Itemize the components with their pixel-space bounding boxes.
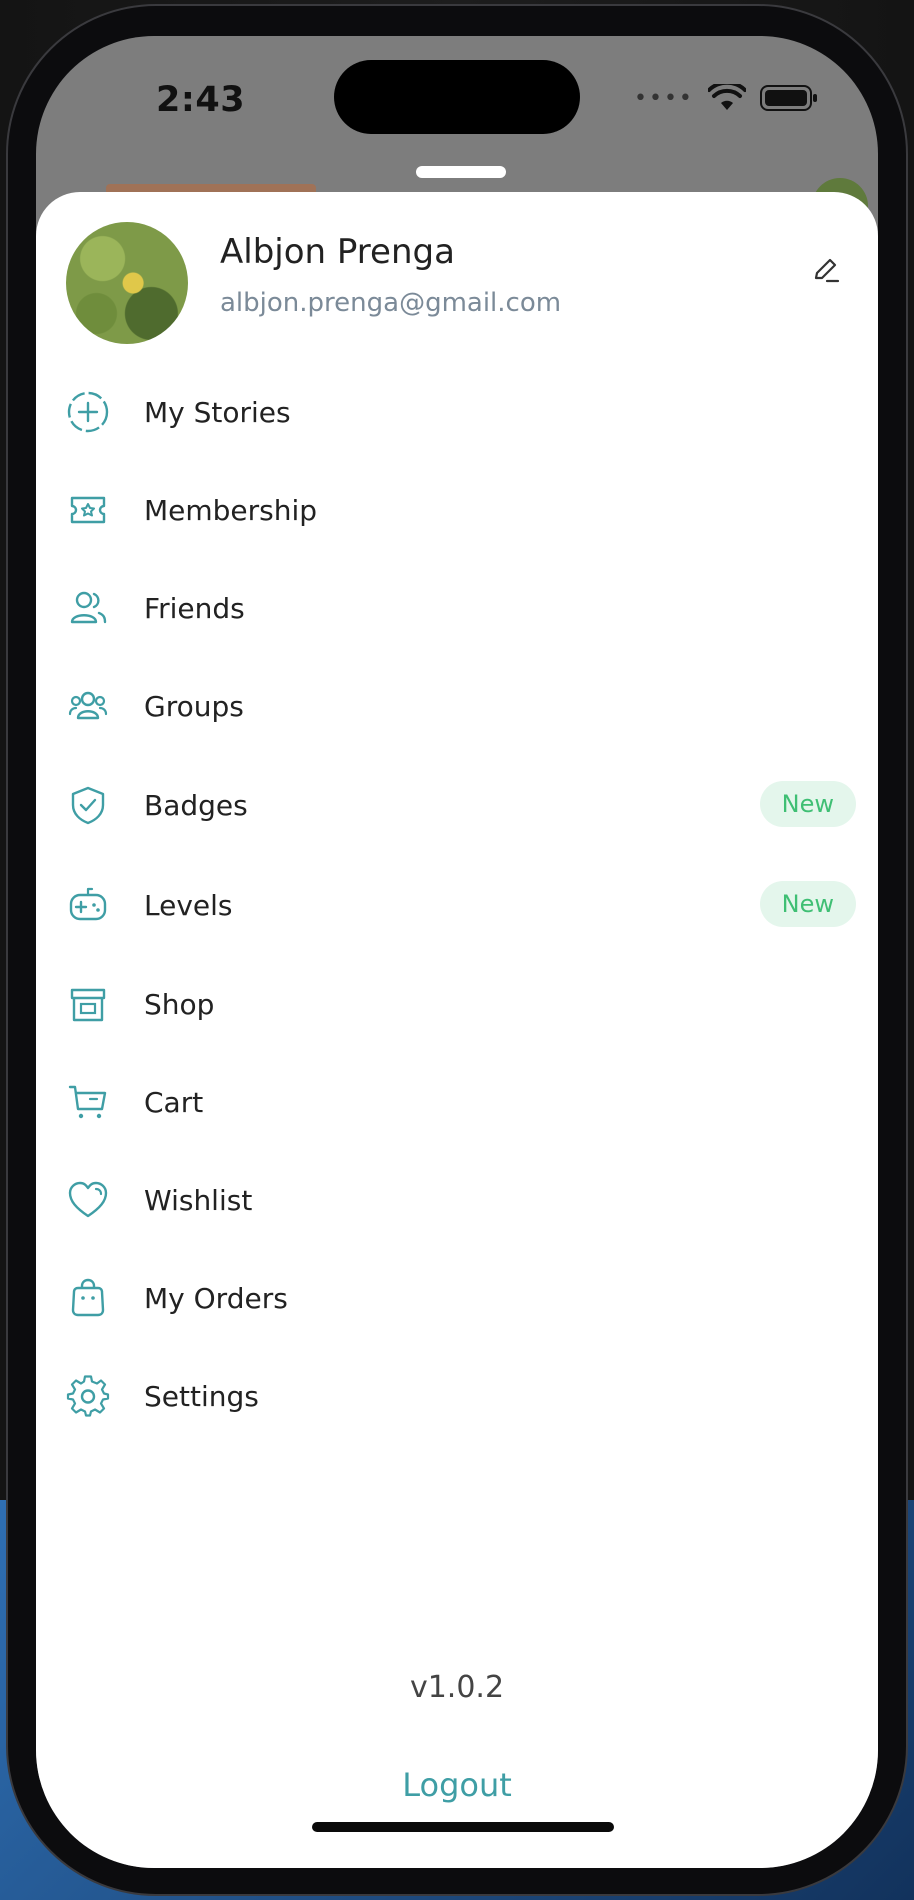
- pencil-icon: [814, 258, 840, 283]
- app-version: v1.0.2: [409, 1670, 505, 1705]
- heart-icon: [66, 1178, 110, 1222]
- menu-item-label: Membership: [144, 493, 318, 527]
- menu-item-wishlist[interactable]: Wishlist: [66, 1160, 856, 1240]
- menu-item-label: Wishlist: [144, 1183, 253, 1217]
- ticket-star-icon: [66, 488, 110, 532]
- status-icons: ••••: [634, 80, 818, 116]
- menu-item-my-stories[interactable]: My Stories: [66, 372, 856, 452]
- user-name: Albjon Prenga: [220, 232, 455, 272]
- screen: 2:43 •••• Albjon Prenga albjon.prenga@gm…: [36, 36, 878, 1868]
- logout-button[interactable]: Logout: [36, 1766, 878, 1804]
- menu-item-label: My Orders: [144, 1281, 288, 1315]
- new-badge: New: [759, 881, 856, 927]
- menu-item-my-orders[interactable]: My Orders: [66, 1258, 856, 1338]
- phone-frame: 2:43 •••• Albjon Prenga albjon.prenga@gm…: [6, 4, 908, 1896]
- menu-item-groups[interactable]: Groups: [66, 666, 856, 746]
- menu-item-levels[interactable]: Levels New: [66, 865, 856, 945]
- gear-icon: [66, 1374, 110, 1418]
- home-indicator: [312, 1822, 614, 1832]
- menu-item-label: Badges: [144, 788, 248, 822]
- menu-item-label: My Stories: [144, 395, 291, 429]
- menu-item-label: Groups: [144, 689, 244, 723]
- cart-icon: [66, 1080, 110, 1124]
- status-time: 2:43: [156, 80, 246, 120]
- avatar[interactable]: [66, 222, 188, 344]
- menu-item-cart[interactable]: Cart: [66, 1062, 856, 1142]
- users-icon: [66, 586, 110, 630]
- signal-icon: ••••: [634, 85, 694, 111]
- profile-menu-sheet: Albjon Prenga albjon.prenga@gmail.com My…: [36, 192, 878, 1868]
- menu-item-label: Levels: [144, 888, 233, 922]
- wifi-icon: [707, 84, 746, 112]
- menu-item-friends[interactable]: Friends: [66, 568, 856, 648]
- edit-profile-button[interactable]: [806, 250, 846, 290]
- menu-item-label: Shop: [144, 987, 215, 1021]
- add-circle-dashed-icon: [66, 390, 110, 434]
- menu-item-label: Settings: [144, 1379, 259, 1413]
- user-email: albjon.prenga@gmail.com: [220, 288, 562, 318]
- new-badge: New: [759, 781, 856, 827]
- menu-item-settings[interactable]: Settings: [66, 1356, 856, 1436]
- dynamic-island: [334, 60, 580, 134]
- gamepad-icon: [66, 883, 110, 927]
- sheet-grabber[interactable]: [416, 166, 506, 178]
- bag-icon: [66, 1276, 110, 1320]
- menu-item-label: Cart: [144, 1085, 204, 1119]
- menu-item-label: Friends: [144, 591, 245, 625]
- menu-item-membership[interactable]: Membership: [66, 470, 856, 550]
- group-icon: [66, 684, 110, 728]
- battery-icon: [759, 84, 818, 112]
- shield-check-icon: [66, 783, 110, 827]
- shop-icon: [66, 982, 110, 1026]
- menu-item-shop[interactable]: Shop: [66, 964, 856, 1044]
- menu-item-badges[interactable]: Badges New: [66, 765, 856, 845]
